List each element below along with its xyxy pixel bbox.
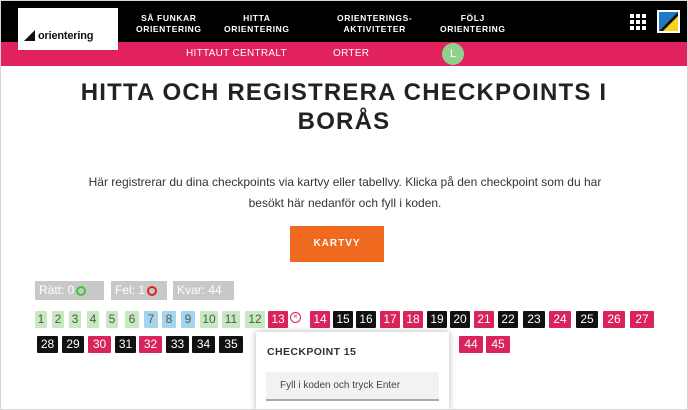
checkpoint-35[interactable]: 35 bbox=[219, 336, 243, 353]
checkpoint-31[interactable]: 31 bbox=[115, 336, 136, 353]
subnav-hittaut-centralt[interactable]: HITTAUT CENTRALT bbox=[186, 48, 287, 59]
checkpoint-9[interactable]: 9 bbox=[181, 311, 195, 328]
checkpoint-17[interactable]: 17 bbox=[380, 311, 400, 328]
checkpoint-12[interactable]: 12 bbox=[245, 311, 265, 328]
nav-folj-orientering[interactable]: FÖLJ ORIENTERING bbox=[440, 13, 506, 35]
checkpoint-25[interactable]: 25 bbox=[576, 311, 598, 328]
checkpoint-popup: CHECKPOINT 15 bbox=[256, 332, 449, 410]
checkpoint-15[interactable]: 15 bbox=[333, 311, 353, 328]
checkpoint-34[interactable]: 34 bbox=[192, 336, 215, 353]
popup-title: CHECKPOINT 15 bbox=[267, 346, 357, 358]
nav-sa-funkar-orientering[interactable]: SÅ FUNKAR ORIENTERING bbox=[136, 13, 202, 35]
checkpoint-6[interactable]: 6 bbox=[125, 311, 139, 328]
checkpoint-14[interactable]: 14 bbox=[310, 311, 330, 328]
checkpoint-19[interactable]: 19 bbox=[427, 311, 447, 328]
checkpoint-2[interactable]: 2 bbox=[52, 311, 64, 328]
checkpoint-10[interactable]: 10 bbox=[200, 311, 218, 328]
checkpoint-45[interactable]: 45 bbox=[486, 336, 510, 353]
checkpoint-28[interactable]: 28 bbox=[37, 336, 58, 353]
checkpoint-16[interactable]: 16 bbox=[356, 311, 376, 328]
avatar[interactable]: L bbox=[442, 43, 464, 65]
checkpoint-27[interactable]: 27 bbox=[630, 311, 654, 328]
x-circle-icon: × bbox=[290, 312, 301, 323]
logo-triangle-icon bbox=[24, 30, 35, 41]
checkpoint-21[interactable]: 21 bbox=[474, 311, 494, 328]
checkpoint-20[interactable]: 20 bbox=[450, 311, 470, 328]
nav-orienteringsaktiviteter[interactable]: ORIENTERINGS- AKTIVITETER bbox=[337, 13, 412, 35]
checkpoint-7[interactable]: 7 bbox=[144, 311, 158, 328]
checkpoint-13[interactable]: 13 bbox=[268, 311, 288, 328]
checkpoint-8[interactable]: 8 bbox=[162, 311, 176, 328]
grid-menu-icon[interactable] bbox=[630, 14, 646, 30]
checkpoint-code-input[interactable] bbox=[266, 372, 439, 401]
checkpoint-23[interactable]: 23 bbox=[523, 311, 545, 328]
checkpoint-29[interactable]: 29 bbox=[62, 336, 84, 353]
x-circle-icon bbox=[147, 286, 158, 296]
checkpoint-11[interactable]: 11 bbox=[222, 311, 240, 328]
stat-remaining: Kvar: 44 bbox=[173, 281, 234, 300]
stat-wrong: Fel: 1 bbox=[111, 281, 167, 300]
intro-text: Här registrerar du dina checkpoints via … bbox=[88, 175, 602, 210]
checkpoint-26[interactable]: 26 bbox=[603, 311, 625, 328]
checkpoint-4[interactable]: 4 bbox=[87, 311, 99, 328]
checkpoint-5[interactable]: 5 bbox=[106, 311, 118, 328]
site-logo[interactable]: orientering bbox=[18, 8, 118, 50]
checkpoint-33[interactable]: 33 bbox=[166, 336, 189, 353]
checkpoint-32[interactable]: 32 bbox=[139, 336, 162, 353]
subnav-orter[interactable]: ORTER bbox=[333, 48, 369, 59]
checkpoint-18[interactable]: 18 bbox=[403, 311, 423, 328]
checkpoint-3[interactable]: 3 bbox=[69, 311, 81, 328]
checkpoint-44[interactable]: 44 bbox=[459, 336, 483, 353]
stat-correct: Rätt: 0 bbox=[35, 281, 104, 300]
checkpoint-30[interactable]: 30 bbox=[88, 336, 111, 353]
kartvy-button[interactable]: KARTVY bbox=[290, 226, 384, 262]
check-circle-icon bbox=[76, 286, 87, 296]
logo-text: orientering bbox=[38, 30, 94, 42]
orienteering-flag-icon[interactable] bbox=[657, 10, 680, 33]
checkpoint-22[interactable]: 22 bbox=[498, 311, 518, 328]
checkpoint-24[interactable]: 24 bbox=[549, 311, 571, 328]
nav-hitta-orientering[interactable]: HITTA ORIENTERING bbox=[224, 13, 290, 35]
page-title: HITTA OCH REGISTRERA CHECKPOINTS I BORÅS bbox=[80, 79, 608, 135]
checkpoint-1[interactable]: 1 bbox=[35, 311, 47, 328]
